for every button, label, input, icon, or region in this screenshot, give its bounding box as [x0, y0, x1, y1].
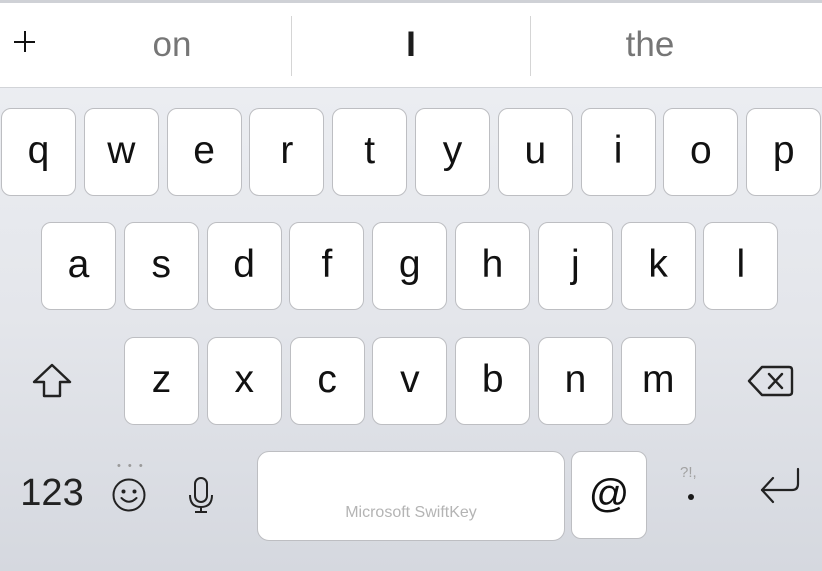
key-label: m — [642, 358, 675, 401]
at-key[interactable]: @ — [571, 451, 647, 539]
key-label: n — [564, 358, 587, 401]
return-button[interactable] — [754, 466, 806, 506]
key-label: h — [481, 243, 504, 286]
key-o[interactable]: o — [663, 108, 739, 196]
key-a[interactable]: a — [41, 222, 116, 310]
return-arrow-icon — [760, 467, 800, 504]
space-bar-label: Microsoft SwiftKey — [345, 504, 477, 521]
key-label: f — [321, 243, 333, 286]
emoji-more-hint: • • • — [117, 460, 145, 472]
key-p[interactable]: p — [746, 108, 822, 196]
key-t[interactable]: t — [332, 108, 408, 196]
key-v[interactable]: v — [372, 337, 448, 425]
key-label: c — [317, 358, 337, 401]
numbers-key[interactable]: 123 — [14, 468, 90, 518]
key-label: t — [364, 129, 376, 172]
key-label: a — [67, 243, 90, 286]
key-i[interactable]: i — [580, 108, 656, 196]
emoji-smiley-icon — [112, 478, 146, 512]
key-label: g — [398, 243, 421, 286]
key-label: b — [481, 358, 504, 401]
key-w[interactable]: w — [83, 108, 159, 196]
key-j[interactable]: j — [537, 222, 613, 310]
key-label: u — [524, 129, 547, 172]
backspace-button[interactable] — [742, 358, 798, 404]
key-label: k — [648, 243, 668, 286]
key-label: z — [151, 358, 172, 401]
key-h[interactable]: h — [455, 222, 530, 310]
key-z[interactable]: z — [124, 337, 199, 425]
key-label: v — [400, 358, 420, 401]
key-label: q — [27, 129, 50, 172]
key-d[interactable]: d — [206, 222, 282, 310]
key-label: s — [151, 243, 172, 286]
key-c[interactable]: c — [289, 337, 365, 425]
suggestion-bar: on I the — [0, 3, 822, 88]
key-label: r — [280, 129, 294, 172]
key-s[interactable]: s — [123, 222, 199, 310]
key-n[interactable]: n — [538, 337, 613, 425]
suggestion-right[interactable]: the — [530, 15, 770, 75]
key-q[interactable]: q — [1, 108, 76, 196]
key-k[interactable]: k — [620, 222, 696, 310]
key-label: o — [690, 129, 712, 172]
key-label: x — [234, 358, 255, 401]
backspace-icon — [747, 365, 794, 397]
period-icon — [688, 494, 694, 500]
key-label: j — [570, 243, 580, 286]
key-l[interactable]: l — [703, 222, 779, 310]
microphone-icon — [189, 477, 213, 513]
key-x[interactable]: x — [206, 337, 282, 425]
plus-icon[interactable] — [10, 27, 40, 57]
key-label: d — [233, 243, 255, 286]
key-r[interactable]: r — [249, 108, 325, 196]
suggestion-left[interactable]: on — [52, 15, 292, 75]
space-bar[interactable]: Microsoft SwiftKey — [257, 451, 565, 541]
suggestion-center[interactable]: I — [292, 15, 530, 75]
emoji-button[interactable] — [106, 472, 152, 518]
shift-arrow-icon — [32, 363, 72, 398]
shift-button[interactable] — [26, 356, 78, 406]
key-e[interactable]: e — [166, 108, 242, 196]
at-key-label: @ — [588, 471, 630, 516]
key-label: l — [736, 243, 746, 286]
microphone-button[interactable] — [180, 474, 222, 516]
key-label: e — [193, 129, 215, 172]
key-y[interactable]: y — [415, 108, 490, 196]
key-label: w — [107, 129, 136, 172]
key-label: p — [772, 129, 795, 172]
period-key[interactable] — [670, 458, 716, 528]
key-label: y — [442, 129, 463, 172]
key-b[interactable]: b — [455, 337, 531, 425]
key-m[interactable]: m — [620, 337, 696, 425]
key-u[interactable]: u — [497, 108, 573, 196]
key-label: i — [613, 129, 623, 172]
key-g[interactable]: g — [372, 222, 448, 310]
key-f[interactable]: f — [289, 222, 365, 310]
